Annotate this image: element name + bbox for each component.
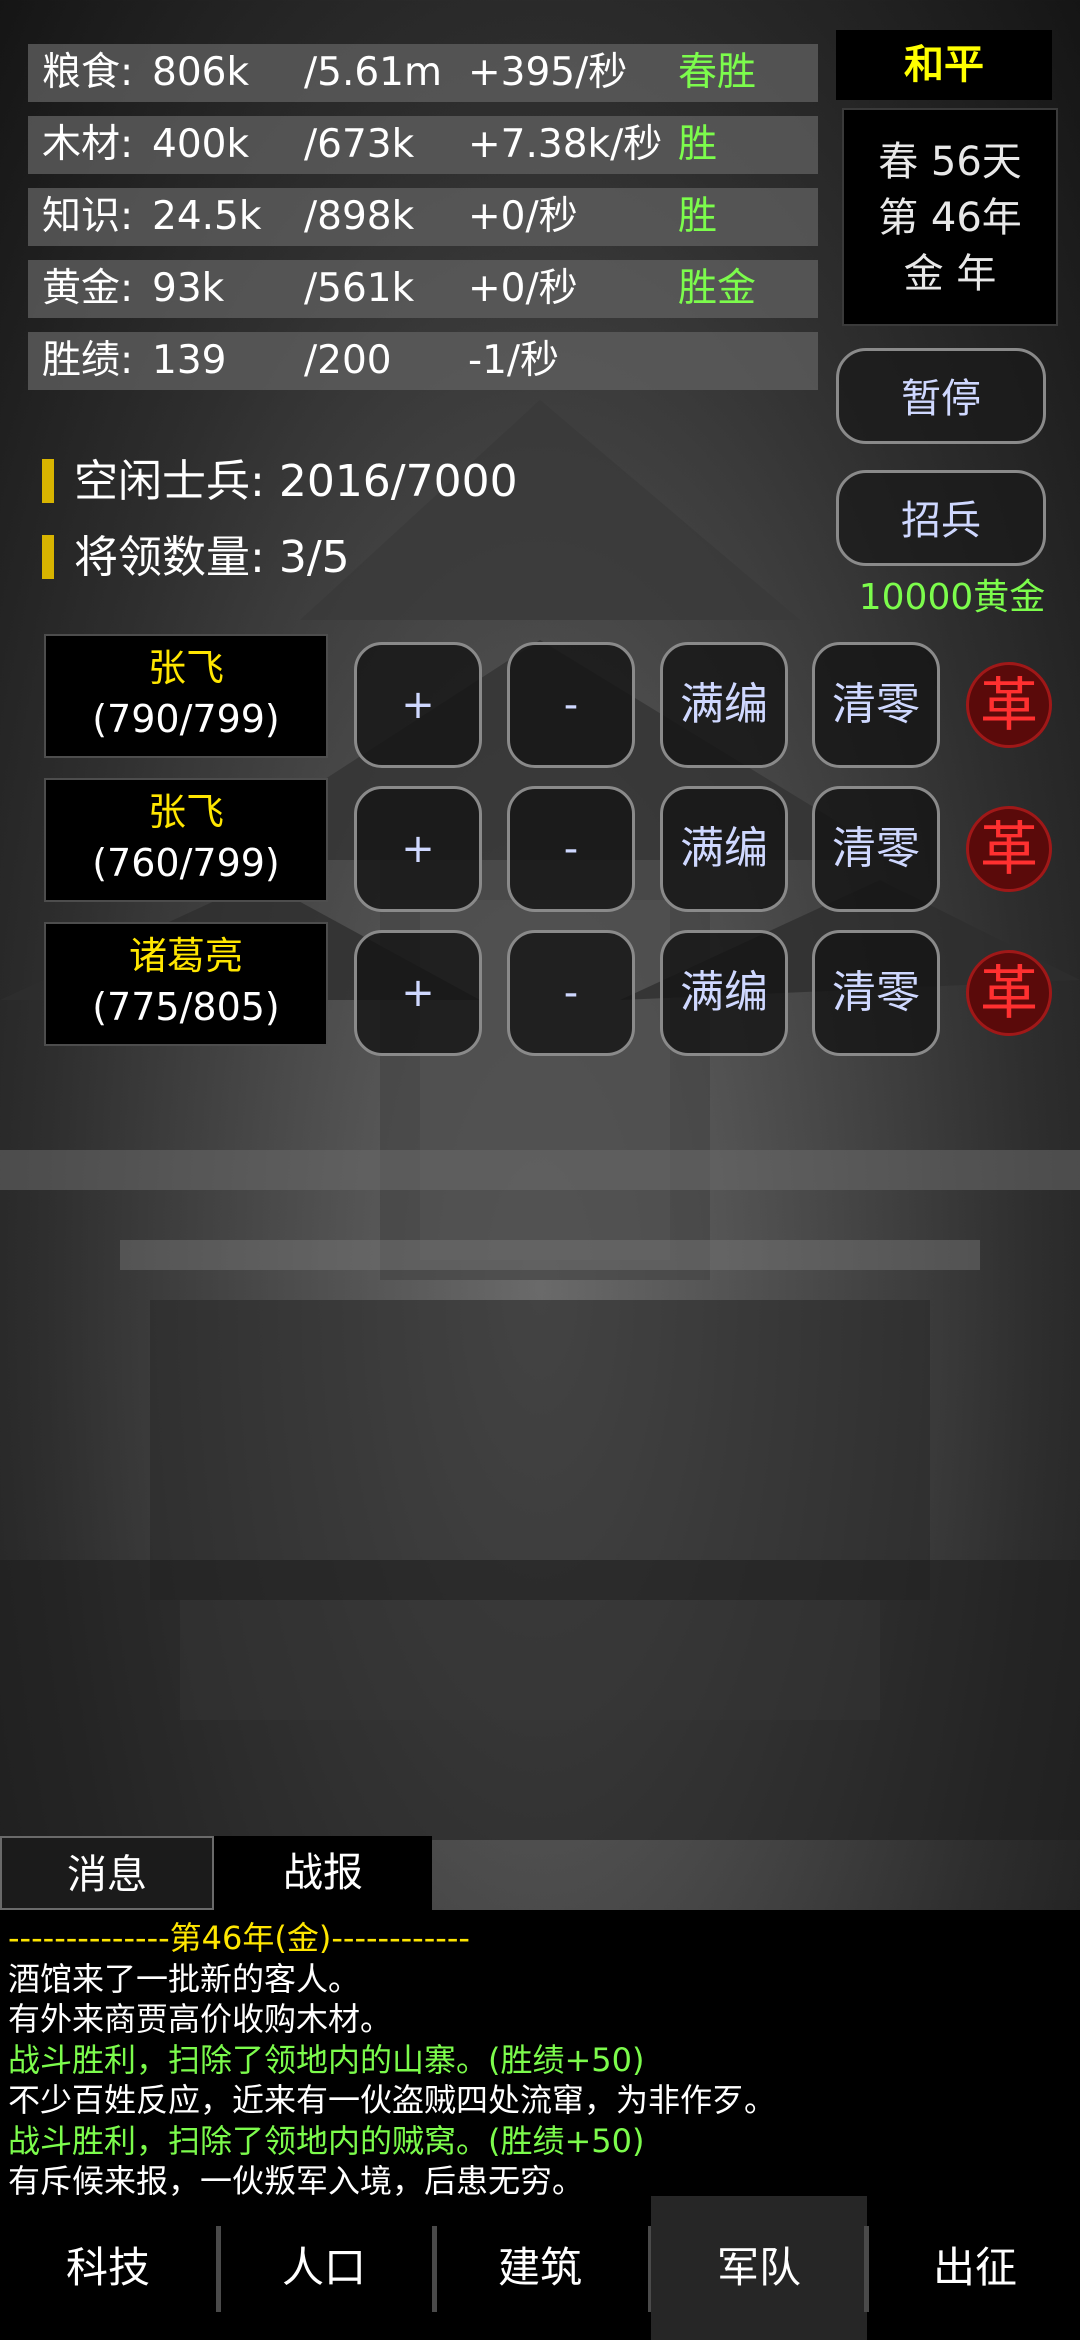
log-line: 有斥候来报，一伙叛军入境，后患无穷。 bbox=[8, 2162, 585, 2196]
pause-button[interactable]: 暂停 bbox=[836, 348, 1046, 444]
resource-rate: +395/秒 bbox=[468, 50, 628, 95]
idle-soldiers: 空闲士兵: 2016/7000 bbox=[42, 452, 518, 512]
resource-current: 24.5k bbox=[152, 194, 262, 239]
general-troops: (775/805) bbox=[92, 985, 280, 1029]
year-label: 第 46年 bbox=[878, 195, 1022, 241]
fill-troops-button[interactable]: 满编 bbox=[660, 642, 788, 768]
log-line: 战斗胜利，扫除了领地内的山寨。(胜绩+50) bbox=[8, 2040, 645, 2079]
nav-army[interactable]: 军队 bbox=[651, 2196, 867, 2340]
bottom-nav: 科技 人口 建筑 军队 出征 bbox=[0, 2196, 1080, 2340]
bullet-bar-icon bbox=[42, 459, 54, 503]
resource-name: 胜绩: bbox=[42, 338, 134, 383]
resource-cap: /673k bbox=[304, 122, 415, 167]
resource-row-wood: 木材: 400k /673k +7.38k/秒 胜 bbox=[28, 116, 818, 174]
resource-bonus-tag: 胜 bbox=[678, 122, 718, 167]
general-card[interactable]: 张飞 (760/799) bbox=[44, 778, 328, 902]
general-name: 张飞 bbox=[147, 646, 224, 690]
dismiss-general-button[interactable]: 革 bbox=[966, 950, 1052, 1036]
resource-current: 806k bbox=[152, 50, 250, 95]
general-count-label: 将领数量: bbox=[74, 532, 265, 583]
general-troops: (790/799) bbox=[92, 697, 280, 741]
general-name: 诸葛亮 bbox=[128, 934, 243, 978]
resource-current: 93k bbox=[152, 266, 225, 311]
resource-row-knowledge: 知识: 24.5k /898k +0/秒 胜 bbox=[28, 188, 818, 246]
dismiss-general-button[interactable]: 革 bbox=[966, 806, 1052, 892]
remove-troops-button[interactable]: - bbox=[507, 642, 635, 768]
recruit-cost: 10000黄金 bbox=[858, 577, 1046, 618]
clear-troops-button[interactable]: 清零 bbox=[812, 642, 940, 768]
fill-troops-button[interactable]: 满编 bbox=[660, 786, 788, 912]
nav-buildings[interactable]: 建筑 bbox=[432, 2196, 648, 2340]
resource-cap: /898k bbox=[304, 194, 415, 239]
log-line: 酒馆来了一批新的客人。 bbox=[8, 1959, 361, 1998]
resource-cap: /561k bbox=[304, 266, 415, 311]
idle-soldiers-value: 2016/7000 bbox=[278, 456, 518, 507]
resource-current: 400k bbox=[152, 122, 250, 167]
peace-status: 和平 bbox=[836, 30, 1052, 100]
general-name: 张飞 bbox=[147, 790, 224, 834]
tab-battle-report[interactable]: 战报 bbox=[214, 1836, 432, 1910]
remove-troops-button[interactable]: - bbox=[507, 930, 635, 1056]
resource-name: 黄金: bbox=[42, 266, 134, 311]
resource-row-victory: 胜绩: 139 /200 -1/秒 bbox=[28, 332, 818, 390]
resource-name: 木材: bbox=[42, 122, 134, 167]
log-line: 有外来商贾高价收购木材。 bbox=[8, 2000, 393, 2038]
tab-messages[interactable]: 消息 bbox=[0, 1836, 214, 1910]
general-troops: (760/799) bbox=[92, 841, 280, 885]
season-day: 春 56天 bbox=[878, 139, 1022, 185]
resource-rate: -1/秒 bbox=[468, 338, 560, 383]
element-year: 金 年 bbox=[903, 251, 997, 297]
nav-population[interactable]: 人口 bbox=[216, 2196, 432, 2340]
log-line: 战斗胜利，扫除了领地内的贼窝。(胜绩+50) bbox=[8, 2121, 645, 2160]
general-card[interactable]: 诸葛亮 (775/805) bbox=[44, 922, 328, 1046]
log-line: --------------第46年(金)------------ bbox=[8, 1919, 470, 1957]
general-count: 将领数量: 3/5 bbox=[42, 528, 350, 588]
dismiss-general-button[interactable]: 革 bbox=[966, 662, 1052, 748]
add-troops-button[interactable]: + bbox=[354, 786, 482, 912]
resource-rate: +0/秒 bbox=[468, 194, 578, 239]
resource-name: 粮食: bbox=[42, 50, 134, 95]
event-log[interactable]: --------------第46年(金)------------ 酒馆来了一批… bbox=[0, 1910, 1080, 2196]
bullet-bar-icon bbox=[42, 535, 54, 579]
recruit-button[interactable]: 招兵 bbox=[836, 470, 1046, 566]
add-troops-button[interactable]: + bbox=[354, 642, 482, 768]
resource-current: 139 bbox=[152, 338, 227, 383]
resource-bonus-tag: 春胜 bbox=[678, 50, 757, 95]
date-panel: 春 56天 第 46年 金 年 bbox=[842, 108, 1058, 326]
resource-bonus-tag: 胜 bbox=[678, 194, 718, 239]
resource-row-food: 粮食: 806k /5.61m +395/秒 春胜 bbox=[28, 44, 818, 102]
nav-expedition[interactable]: 出征 bbox=[867, 2196, 1080, 2340]
resource-rate: +7.38k/秒 bbox=[468, 122, 663, 167]
resource-cap: /200 bbox=[304, 338, 392, 383]
idle-soldiers-label: 空闲士兵: bbox=[74, 456, 265, 507]
general-card[interactable]: 张飞 (790/799) bbox=[44, 634, 328, 758]
clear-troops-button[interactable]: 清零 bbox=[812, 930, 940, 1056]
nav-tech[interactable]: 科技 bbox=[0, 2196, 216, 2340]
remove-troops-button[interactable]: - bbox=[507, 786, 635, 912]
resource-row-gold: 黄金: 93k /561k +0/秒 胜金 bbox=[28, 260, 818, 318]
general-count-value: 3/5 bbox=[278, 532, 350, 583]
clear-troops-button[interactable]: 清零 bbox=[812, 786, 940, 912]
log-line: 不少百姓反应，近来有一伙盗贼四处流窜，为非作歹。 bbox=[8, 2081, 777, 2119]
resource-name: 知识: bbox=[42, 194, 134, 239]
resource-rate: +0/秒 bbox=[468, 266, 578, 311]
resource-bonus-tag: 胜金 bbox=[678, 266, 757, 311]
add-troops-button[interactable]: + bbox=[354, 930, 482, 1056]
fill-troops-button[interactable]: 满编 bbox=[660, 930, 788, 1056]
resource-cap: /5.61m bbox=[304, 50, 442, 95]
